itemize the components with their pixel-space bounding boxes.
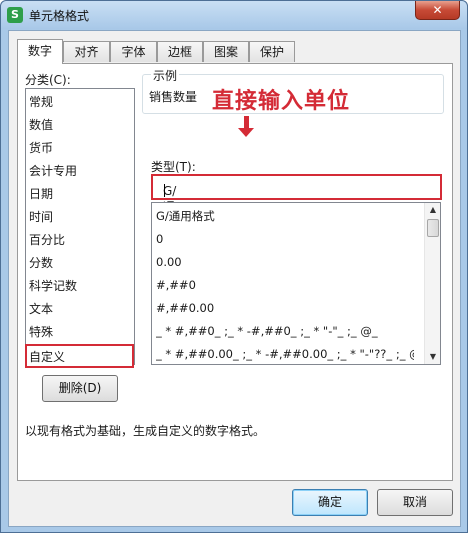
dialog-body: 数字 对齐 字体 边框 图案 保护 分类(C): 常规 数值 货币 会计专用 日… — [8, 30, 461, 527]
tab-border[interactable]: 边框 — [157, 41, 203, 62]
ok-button[interactable]: 确定 — [292, 489, 368, 516]
format-item[interactable]: 0.00 — [156, 251, 414, 273]
category-item-custom-label: 自定义 — [29, 350, 66, 364]
scroll-up-icon[interactable]: ▲ — [425, 203, 440, 217]
window-title: 单元格格式 — [29, 9, 90, 23]
category-item-accounting[interactable]: 会计专用 — [29, 160, 77, 182]
number-tab-panel: 分类(C): 常规 数值 货币 会计专用 日期 时间 百分比 分数 科学记数 文… — [17, 63, 453, 481]
scroll-thumb[interactable] — [427, 219, 439, 237]
category-item-currency[interactable]: 货币 — [29, 137, 53, 159]
format-item[interactable]: _ * #,##0.00_ ;_ * -#,##0.00_ ;_ * "-"??… — [156, 343, 414, 364]
text-caret — [164, 184, 165, 197]
sample-group-title: 示例 — [151, 67, 180, 84]
tab-font[interactable]: 字体 — [110, 41, 157, 62]
format-cells-dialog: S 单元格格式 ✕ 数字 对齐 字体 边框 图案 保护 分类(C): 常规 数值… — [0, 0, 468, 533]
category-item-fraction[interactable]: 分数 — [29, 252, 53, 274]
category-item-general[interactable]: 常规 — [29, 91, 53, 113]
format-item[interactable]: 0 — [156, 228, 414, 250]
format-item[interactable]: _ * #,##0_ ;_ * -#,##0_ ;_ * "-"_ ;_ @_ — [156, 320, 414, 342]
category-item-number[interactable]: 数值 — [29, 114, 53, 136]
type-label: 类型(T): — [151, 160, 196, 174]
close-button[interactable]: ✕ — [415, 1, 460, 20]
type-input[interactable]: G/通用格式台 — [151, 174, 442, 282]
annotation-text: 直接输入单位 — [212, 89, 351, 114]
tab-alignment[interactable]: 对齐 — [63, 41, 110, 62]
format-item[interactable]: #,##0.00 — [156, 297, 414, 319]
app-logo-icon: S — [7, 7, 23, 23]
format-description: 以现有格式为基础，生成自定义的数字格式。 — [25, 424, 266, 438]
tab-protection[interactable]: 保护 — [249, 41, 295, 62]
format-code-list[interactable]: G/通用格式 0 0.00 #,##0 #,##0.00 _ * #,##0_ … — [151, 202, 441, 365]
category-item-special[interactable]: 特殊 — [29, 321, 53, 343]
category-item-scientific[interactable]: 科学记数 — [29, 275, 77, 297]
category-item-percentage[interactable]: 百分比 — [29, 229, 65, 251]
category-item-custom[interactable]: 自定义 — [25, 344, 134, 368]
scroll-down-icon[interactable]: ▼ — [425, 350, 440, 364]
title-bar[interactable]: S 单元格格式 ✕ — [1, 1, 467, 29]
category-label: 分类(C): — [25, 73, 71, 87]
tab-number[interactable]: 数字 — [17, 39, 63, 64]
format-item[interactable]: #,##0 — [156, 274, 414, 296]
delete-button[interactable]: 删除(D) — [42, 375, 118, 402]
category-list[interactable]: 常规 数值 货币 会计专用 日期 时间 百分比 分数 科学记数 文本 特殊 — [25, 88, 135, 365]
cancel-button[interactable]: 取消 — [377, 489, 453, 516]
format-list-scrollbar[interactable]: ▲ ▼ — [424, 203, 440, 364]
category-item-time[interactable]: 时间 — [29, 206, 53, 228]
tab-pattern[interactable]: 图案 — [203, 41, 249, 62]
format-item[interactable]: G/通用格式 — [156, 205, 414, 227]
category-item-text[interactable]: 文本 — [29, 298, 53, 320]
category-item-date[interactable]: 日期 — [29, 183, 53, 205]
sample-value: 销售数量 — [149, 90, 198, 104]
annotation-arrow-head — [238, 128, 254, 137]
